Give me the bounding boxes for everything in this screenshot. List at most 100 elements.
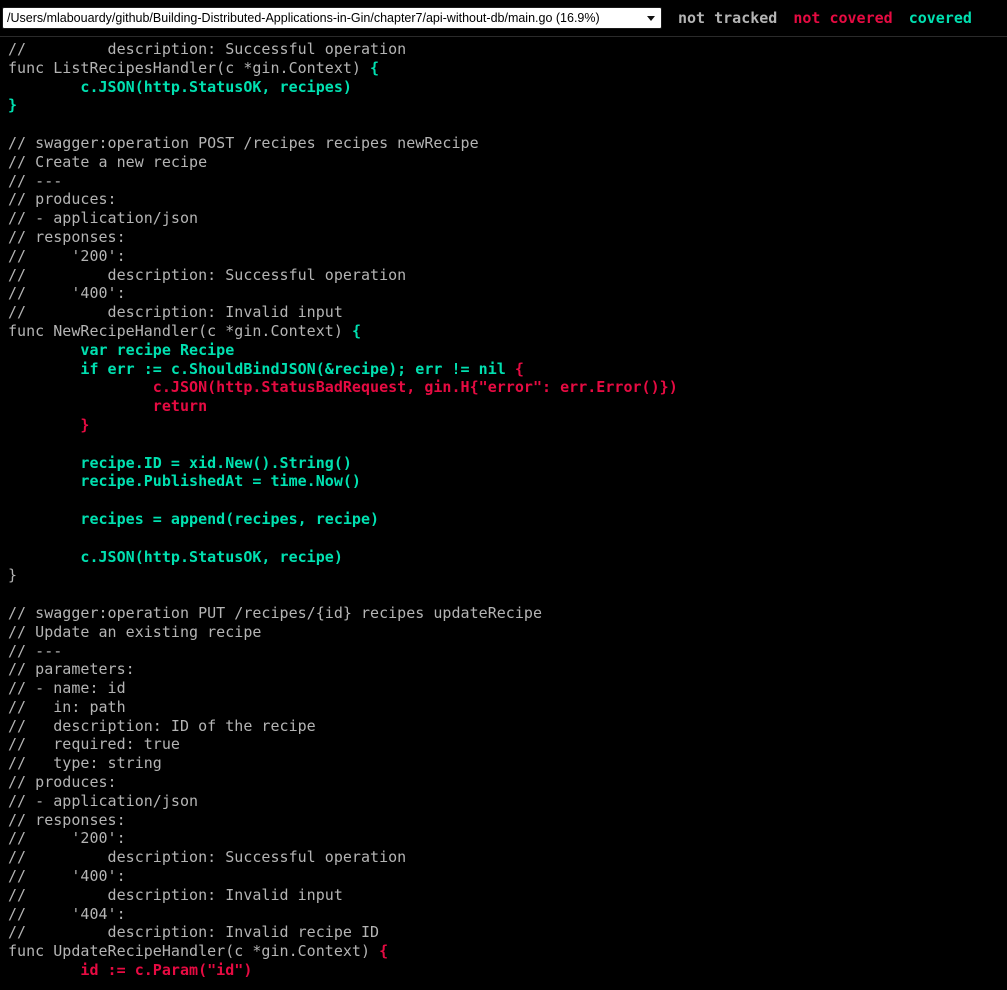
code-segment-notrk: func ListRecipesHandler(c *gin.Context) — [8, 58, 371, 77]
coverage-source-pane[interactable]: // description: Successful operation fun… — [0, 37, 1007, 990]
topbar: /Users/mlabouardy/github/Building-Distri… — [0, 0, 1007, 37]
code-line: func ListRecipesHandler(c *gin.Context) … — [8, 59, 379, 77]
code-line: // description: Invalid recipe ID — [8, 923, 379, 941]
code-line: // Create a new recipe — [8, 153, 207, 171]
legend-not-covered: not covered — [793, 9, 893, 27]
code-segment-notrk: // swagger:operation PUT /recipes/{id} r… — [8, 603, 542, 622]
code-segment-notrk: // - name: id — [8, 679, 126, 698]
code-segment-nocov: { — [379, 942, 389, 961]
code-segment-notrk: // '400': — [8, 284, 126, 303]
code-line: recipe.ID = xid.New().String() — [8, 454, 352, 472]
code-segment-nocov: return — [8, 397, 208, 416]
code-segment-notrk: // required: true — [8, 735, 180, 754]
code-line: // required: true — [8, 735, 180, 753]
code-line: // --- — [8, 642, 62, 660]
code-line: // in: path — [8, 698, 126, 716]
file-select[interactable]: /Users/mlabouardy/github/Building-Distri… — [2, 7, 662, 29]
code-line: // description: Successful operation — [8, 40, 406, 58]
code-line: // --- — [8, 172, 62, 190]
code-line: return — [8, 397, 207, 415]
code-line: func NewRecipeHandler(c *gin.Context) { — [8, 322, 361, 340]
code-segment-notrk: // type: string — [8, 754, 162, 773]
code-line: // - name: id — [8, 679, 126, 697]
code-line: c.JSON(http.StatusOK, recipe) — [8, 548, 343, 566]
code-line: } — [8, 416, 89, 434]
code-line: // '200': — [8, 829, 126, 847]
code-line: // responses: — [8, 228, 126, 246]
code-segment-notrk: // description: Invalid input — [8, 885, 343, 904]
code-line: // Update an existing recipe — [8, 623, 261, 641]
code-segment-notrk: // in: path — [8, 697, 126, 716]
code-segment-notrk: // produces: — [8, 773, 117, 792]
code-line: // swagger:operation POST /recipes recip… — [8, 134, 479, 152]
code-segment-notrk: // description: Invalid input — [8, 303, 343, 322]
code-line: // produces: — [8, 773, 117, 791]
code-segment-notrk: // '404': — [8, 904, 126, 923]
code-segment-cov: recipe.ID = xid.New().String() — [8, 453, 352, 472]
code-segment-cov: recipe.PublishedAt = time.Now() — [8, 472, 361, 491]
code-line: recipe.PublishedAt = time.Now() — [8, 472, 361, 490]
code-line: // type: string — [8, 754, 162, 772]
code-segment-notrk: func NewRecipeHandler(c *gin.Context) — [8, 321, 352, 340]
code-line: recipes = append(recipes, recipe) — [8, 510, 379, 528]
code-line: // - application/json — [8, 792, 198, 810]
code-line: // '400': — [8, 867, 126, 885]
code-line: // '404': — [8, 905, 126, 923]
code-segment-notrk: // '400': — [8, 867, 126, 886]
code-segment-cov: var recipe Recipe — [8, 340, 235, 359]
code-segment-cov: } — [8, 96, 18, 115]
legend-not-tracked: not tracked — [678, 9, 778, 27]
code-segment-notrk: } — [8, 566, 18, 585]
code-line: // '200': — [8, 247, 126, 265]
code-segment-notrk: // description: Invalid recipe ID — [8, 923, 380, 942]
code-segment-notrk: // - application/json — [8, 791, 199, 810]
code-segment-notrk: // Create a new recipe — [8, 152, 208, 171]
code-line: } — [8, 566, 17, 584]
code-line: c.JSON(http.StatusOK, recipes) — [8, 78, 352, 96]
code-line: func UpdateRecipeHandler(c *gin.Context)… — [8, 942, 388, 960]
code-line: } — [8, 96, 17, 114]
code-segment-notrk: // - application/json — [8, 209, 199, 228]
code-segment-notrk: func UpdateRecipeHandler(c *gin.Context) — [8, 942, 380, 961]
code-line: var recipe Recipe — [8, 341, 234, 359]
code-segment-cov: if err := c.ShouldBindJSON(&recipe); err… — [8, 359, 515, 378]
code-segment-notrk: // produces: — [8, 190, 117, 209]
code-segment-cov: { — [351, 321, 361, 340]
code-segment-notrk: // '200': — [8, 829, 126, 848]
code-segment-notrk: // --- — [8, 641, 63, 660]
code-segment-notrk: // swagger:operation POST /recipes recip… — [8, 133, 479, 152]
code-segment-nocov: c.JSON(http.StatusBadRequest, gin.H{"err… — [8, 378, 678, 397]
code-line: // produces: — [8, 190, 117, 208]
code-line: // description: Successful operation — [8, 266, 406, 284]
code-line: // parameters: — [8, 660, 135, 678]
code-segment-notrk: // parameters: — [8, 660, 135, 679]
code-segment-cov: c.JSON(http.StatusOK, recipes) — [8, 77, 352, 96]
code-segment-nocov: } — [8, 415, 90, 434]
code-line: // description: ID of the recipe — [8, 717, 316, 735]
code-line: // description: Invalid input — [8, 886, 343, 904]
code-line: // - application/json — [8, 209, 198, 227]
code-line: id := c.Param("id") — [8, 961, 252, 979]
legend-covered: covered — [908, 9, 972, 27]
code-segment-notrk: // description: Successful operation — [8, 848, 407, 867]
file-select-wrapper[interactable]: /Users/mlabouardy/github/Building-Distri… — [0, 7, 662, 29]
code-segment-cov: c.JSON(http.StatusOK, recipe) — [8, 547, 343, 566]
code-line: // swagger:operation PUT /recipes/{id} r… — [8, 604, 542, 622]
code-segment-notrk: // description: Successful operation — [8, 40, 407, 58]
code-segment-notrk: // responses: — [8, 227, 126, 246]
code-segment-notrk: // --- — [8, 171, 63, 190]
code-segment-cov: { — [370, 58, 380, 77]
code-segment-notrk: // description: Successful operation — [8, 265, 407, 284]
code-segment-notrk: // description: ID of the recipe — [8, 716, 316, 735]
code-line: if err := c.ShouldBindJSON(&recipe); err… — [8, 360, 524, 378]
code-line: // description: Successful operation — [8, 848, 406, 866]
code-line: c.JSON(http.StatusBadRequest, gin.H{"err… — [8, 378, 678, 396]
code-segment-notrk: // '200': — [8, 246, 126, 265]
code-segment-cov: recipes = append(recipes, recipe) — [8, 509, 380, 528]
code-segment-nocov: id := c.Param("id") — [8, 961, 253, 980]
code-line: // responses: — [8, 811, 126, 829]
code-line: // '400': — [8, 284, 126, 302]
code-line: // description: Invalid input — [8, 303, 343, 321]
code-segment-notrk: // responses: — [8, 810, 126, 829]
code-segment-nocov: { — [514, 359, 524, 378]
